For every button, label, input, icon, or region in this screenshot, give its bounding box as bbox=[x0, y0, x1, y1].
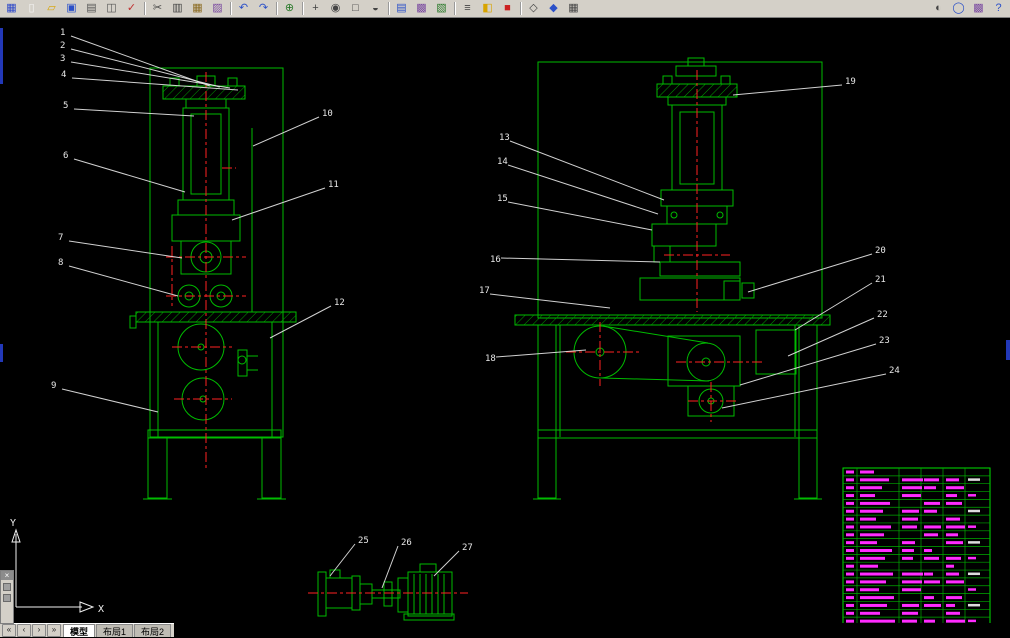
toolbar-separator bbox=[276, 2, 277, 15]
layers-icon[interactable]: ≡ bbox=[458, 0, 477, 17]
tabbar-filler bbox=[174, 623, 1010, 636]
pan-icon[interactable]: + bbox=[306, 0, 325, 17]
prev-tab-button[interactable]: ‹ bbox=[17, 624, 31, 637]
3d-orbit-icon[interactable]: ◯ bbox=[949, 0, 968, 17]
insert-hyperlink-icon[interactable]: ⊕ bbox=[280, 0, 299, 17]
named-views-icon[interactable]: ◐ bbox=[929, 0, 948, 17]
color-control-icon[interactable]: ■ bbox=[498, 0, 517, 17]
toolbar-separator bbox=[388, 2, 389, 15]
match-properties-icon[interactable]: ▨ bbox=[208, 0, 227, 17]
first-tab-button[interactable]: « bbox=[2, 624, 16, 637]
layout-tab-1[interactable]: 布局1 bbox=[96, 624, 134, 637]
next-tab-button[interactable]: › bbox=[32, 624, 46, 637]
mini-palette-close-button[interactable]: × bbox=[1, 571, 13, 580]
tool-palettes-icon[interactable]: ▧ bbox=[432, 0, 451, 17]
copy-icon[interactable]: ▥ bbox=[168, 0, 187, 17]
toolbar-separator bbox=[520, 2, 521, 15]
mini-tool-palette: × bbox=[0, 570, 14, 624]
layout-tabbar: «‹ ›» 模型 布局1 布局2 bbox=[0, 623, 1010, 637]
toolbar-separator bbox=[454, 2, 455, 15]
save-icon[interactable]: ▣ bbox=[62, 0, 81, 17]
layout-tab-0[interactable]: 模型 bbox=[63, 624, 96, 637]
open-folder-icon[interactable]: ▱ bbox=[42, 0, 61, 17]
app-icon[interactable]: ▦ bbox=[2, 0, 21, 17]
main-toolbar: ▦ ▯ ▱ ▣ ▤ ◫ ✓ ✂ ▥ ▦ ▨ ↶ ↷ ⊕ + ◉ □ ◒ ▤ ▩ ▧ ≡ ◧ ■ ◇ ◆ ▦ ◐ ◯ ▩? bbox=[0, 0, 1010, 18]
spell-check-icon[interactable]: ✓ bbox=[122, 0, 141, 17]
make-block-icon[interactable]: ◇ bbox=[524, 0, 543, 17]
paste-icon[interactable]: ▦ bbox=[188, 0, 207, 17]
layout-tab-2[interactable]: 布局2 bbox=[134, 624, 172, 637]
cut-icon[interactable]: ✂ bbox=[148, 0, 167, 17]
render-icon[interactable]: ▩ bbox=[969, 0, 988, 17]
design-center-icon[interactable]: ▩ bbox=[412, 0, 431, 17]
zoom-realtime-icon[interactable]: ◉ bbox=[326, 0, 345, 17]
insert-block-icon[interactable]: ◆ bbox=[544, 0, 563, 17]
toolbar-separator bbox=[302, 2, 303, 15]
toolbar-separator bbox=[230, 2, 231, 15]
table-icon[interactable]: ▦ bbox=[564, 0, 583, 17]
help-icon[interactable]: ? bbox=[989, 0, 1008, 17]
zoom-window-icon[interactable]: □ bbox=[346, 0, 365, 17]
layer-states-icon[interactable]: ◧ bbox=[478, 0, 497, 17]
drawing-canvas[interactable] bbox=[0, 18, 1010, 623]
mini-palette-tool-icon[interactable] bbox=[3, 594, 11, 602]
mini-palette-tool-icon[interactable] bbox=[3, 583, 11, 591]
toolbar-separator bbox=[144, 2, 145, 15]
new-file-icon[interactable]: ▯ bbox=[22, 0, 41, 17]
print-preview-icon[interactable]: ◫ bbox=[102, 0, 121, 17]
zoom-previous-icon[interactable]: ◒ bbox=[366, 0, 385, 17]
properties-icon[interactable]: ▤ bbox=[392, 0, 411, 17]
redo-icon[interactable]: ↷ bbox=[254, 0, 273, 17]
print-icon[interactable]: ▤ bbox=[82, 0, 101, 17]
undo-icon[interactable]: ↶ bbox=[234, 0, 253, 17]
last-tab-button[interactable]: » bbox=[47, 624, 61, 637]
